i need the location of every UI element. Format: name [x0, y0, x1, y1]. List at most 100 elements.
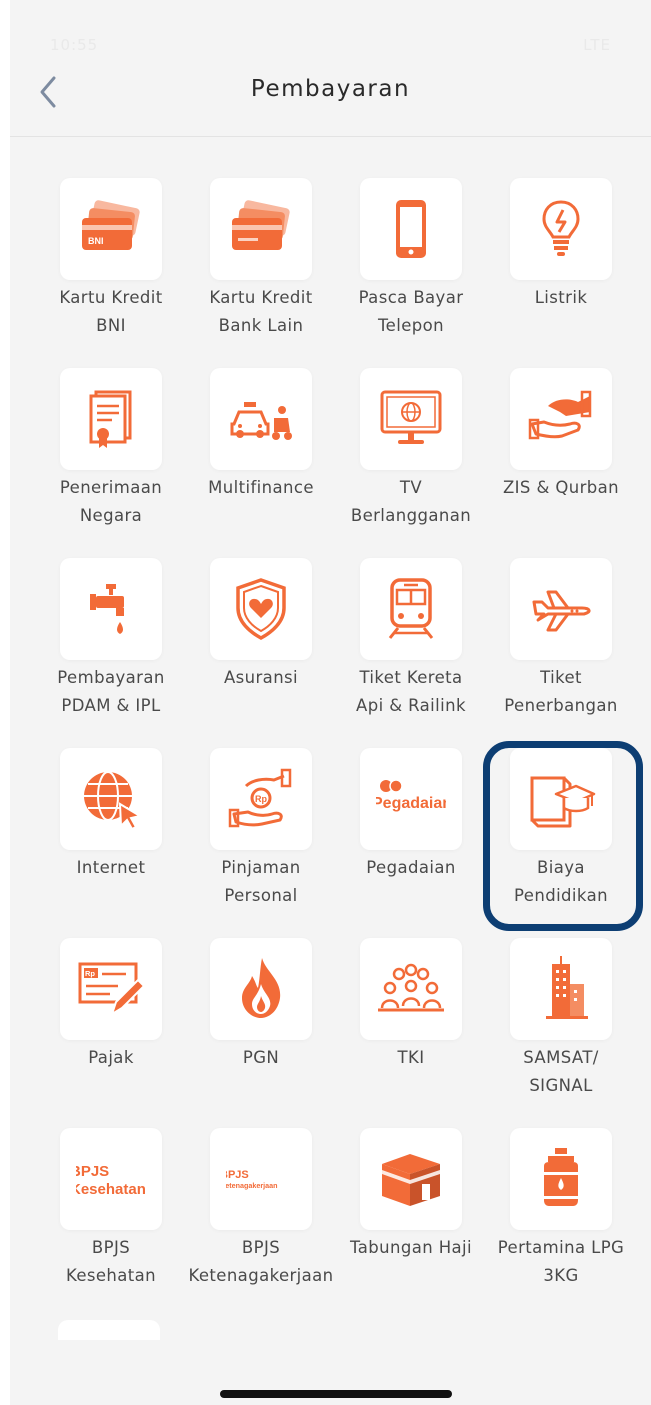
page-title: Pembayaran [250, 76, 411, 102]
certificate-icon [89, 390, 132, 448]
icon-card: Rp [210, 748, 312, 850]
svg-text:BNI: BNI [88, 236, 104, 246]
giving-hand-icon [528, 390, 592, 440]
phone-icon [396, 200, 426, 258]
tile-internet[interactable]: Internet [36, 706, 186, 886]
payment-menu-grid: BNI Kartu Kredit BNI Kartu Kredit Bank L… [10, 136, 651, 1336]
tile-listrik[interactable]: Listrik [486, 136, 636, 316]
icon-card: Pegadaian [360, 748, 462, 850]
tile-pertamina-lpg[interactable]: Pertamina LPG 3KG [486, 1086, 636, 1285]
tile-label: Internet [76, 858, 146, 877]
credit-card-bni-icon: BNI [82, 200, 140, 250]
header: Pembayaran [10, 60, 651, 137]
tile-pajak[interactable]: Rp Pajak [36, 896, 186, 1076]
gas-cylinder-icon [544, 1148, 578, 1206]
tile-label: BPJS Kesehatan [65, 1238, 157, 1285]
icon-card [60, 748, 162, 850]
icon-card: BPJS Ketenagakerjaan [210, 1128, 312, 1230]
icon-card [60, 558, 162, 660]
icon-card [510, 1128, 612, 1230]
tile-asuransi[interactable]: Asuransi [186, 516, 336, 696]
lightbulb-icon [542, 200, 580, 256]
icon-card [360, 938, 462, 1040]
tile-pinjaman-personal[interactable]: Rp Pinjaman Personal [186, 706, 336, 905]
tile-zis-qurban[interactable]: ZIS & Qurban [486, 326, 636, 506]
tile-label: Listrik [534, 288, 588, 307]
tile-tv-berlangganan[interactable]: TV Berlangganan [336, 326, 486, 525]
pegadaian-logo-text: Pegadaian [376, 795, 446, 812]
icon-card [510, 178, 612, 280]
bpjs-logo-line2: Ketenagakerjaan [226, 1181, 278, 1190]
car-motorbike-icon [230, 402, 292, 440]
home-indicator[interactable] [220, 1390, 452, 1398]
globe-cursor-icon [84, 771, 143, 831]
tile-label: BPJS Ketenagakerjaan [188, 1238, 334, 1285]
building-icon [546, 956, 588, 1019]
partial-tile-card[interactable] [58, 1320, 160, 1340]
tile-label: Tabungan Haji [349, 1238, 473, 1257]
tile-tiket-penerbangan[interactable]: Tiket Penerbangan [486, 516, 636, 715]
kaaba-icon [382, 1154, 440, 1206]
icon-card [360, 1128, 462, 1230]
train-icon [388, 578, 434, 639]
bpjs-logo-line1: BPJS [76, 1163, 109, 1180]
icon-card [360, 558, 462, 660]
tile-label: Pegadaian [366, 858, 456, 877]
tile-penerimaan-negara[interactable]: Penerimaan Negara [36, 326, 186, 525]
tile-tki[interactable]: TKI [336, 896, 486, 1076]
icon-card [510, 938, 612, 1040]
icon-card [210, 178, 312, 280]
flame-icon [242, 958, 281, 1018]
tile-pembayaran-pdam-ipl[interactable]: Pembayaran PDAM & IPL [36, 516, 186, 715]
bpjs-kesehatan-logo-icon: BPJS Kesehatan [76, 1163, 146, 1198]
water-tap-icon [90, 584, 124, 634]
tile-kartu-kredit-bni[interactable]: BNI Kartu Kredit BNI [36, 136, 186, 335]
people-group-icon [378, 963, 444, 1012]
icon-card [510, 368, 612, 470]
bpjs-ketenagakerjaan-logo-icon: BPJS Ketenagakerjaan [226, 1169, 278, 1190]
tile-label: TKI [397, 1048, 425, 1067]
tile-label: Asuransi [223, 668, 299, 687]
icon-card [210, 938, 312, 1040]
tile-samsat-signal[interactable]: SAMSAT/ SIGNAL [486, 896, 636, 1095]
pegadaian-logo-icon: Pegadaian [376, 779, 446, 812]
tile-kartu-kredit-bank-lain[interactable]: Kartu Kredit Bank Lain [186, 136, 336, 335]
phone-screen: 10:55 LTE Pembayaran BNI Kartu Kredit BN… [10, 0, 651, 1405]
icon-card [510, 748, 612, 850]
tile-pasca-bayar-telepon[interactable]: Pasca Bayar Telepon [336, 136, 486, 335]
shield-heart-icon [236, 578, 286, 640]
icon-card [510, 558, 612, 660]
tile-label: ZIS & Qurban [502, 478, 620, 497]
tv-icon [380, 390, 442, 444]
tile-pgn[interactable]: PGN [186, 896, 336, 1076]
icon-card [210, 368, 312, 470]
icon-card [360, 178, 462, 280]
airplane-icon [532, 590, 591, 632]
tile-label: Pajak [88, 1048, 134, 1067]
icon-card: BPJS Kesehatan [60, 1128, 162, 1230]
tile-biaya-pendidikan[interactable]: Biaya Pendidikan [486, 706, 636, 905]
credit-card-icon [232, 200, 290, 250]
book-graduation-icon [530, 776, 596, 828]
tile-tiket-kereta[interactable]: Tiket Kereta Api & Railink [336, 516, 486, 715]
icon-card [60, 368, 162, 470]
tax-form-pen-icon: Rp [78, 962, 146, 1017]
bpjs-logo-line2: Kesehatan [76, 1181, 146, 1198]
svg-text:Rp: Rp [255, 794, 267, 804]
icon-card [360, 368, 462, 470]
status-indicators: LTE [583, 36, 611, 54]
status-bar: 10:55 LTE [10, 0, 651, 60]
tile-tabungan-haji[interactable]: Tabungan Haji [336, 1086, 486, 1266]
svg-text:Rp: Rp [85, 969, 95, 978]
tile-multifinance[interactable]: Multifinance [186, 326, 336, 506]
icon-card [210, 558, 312, 660]
tile-label: Multifinance [208, 478, 314, 497]
tile-bpjs-kesehatan[interactable]: BPJS Kesehatan BPJS Kesehatan [36, 1086, 186, 1285]
icon-card: BNI [60, 178, 162, 280]
hand-money-icon: Rp [228, 768, 292, 828]
bpjs-logo-line1: BPJS [226, 1169, 249, 1181]
tile-pegadaian[interactable]: Pegadaian Pegadaian [336, 706, 486, 886]
tile-bpjs-ketenagakerjaan[interactable]: BPJS Ketenagakerjaan BPJS Ketenagakerjaa… [186, 1086, 336, 1285]
tile-label: Pertamina LPG 3KG [497, 1238, 625, 1285]
status-time: 10:55 [50, 36, 99, 54]
